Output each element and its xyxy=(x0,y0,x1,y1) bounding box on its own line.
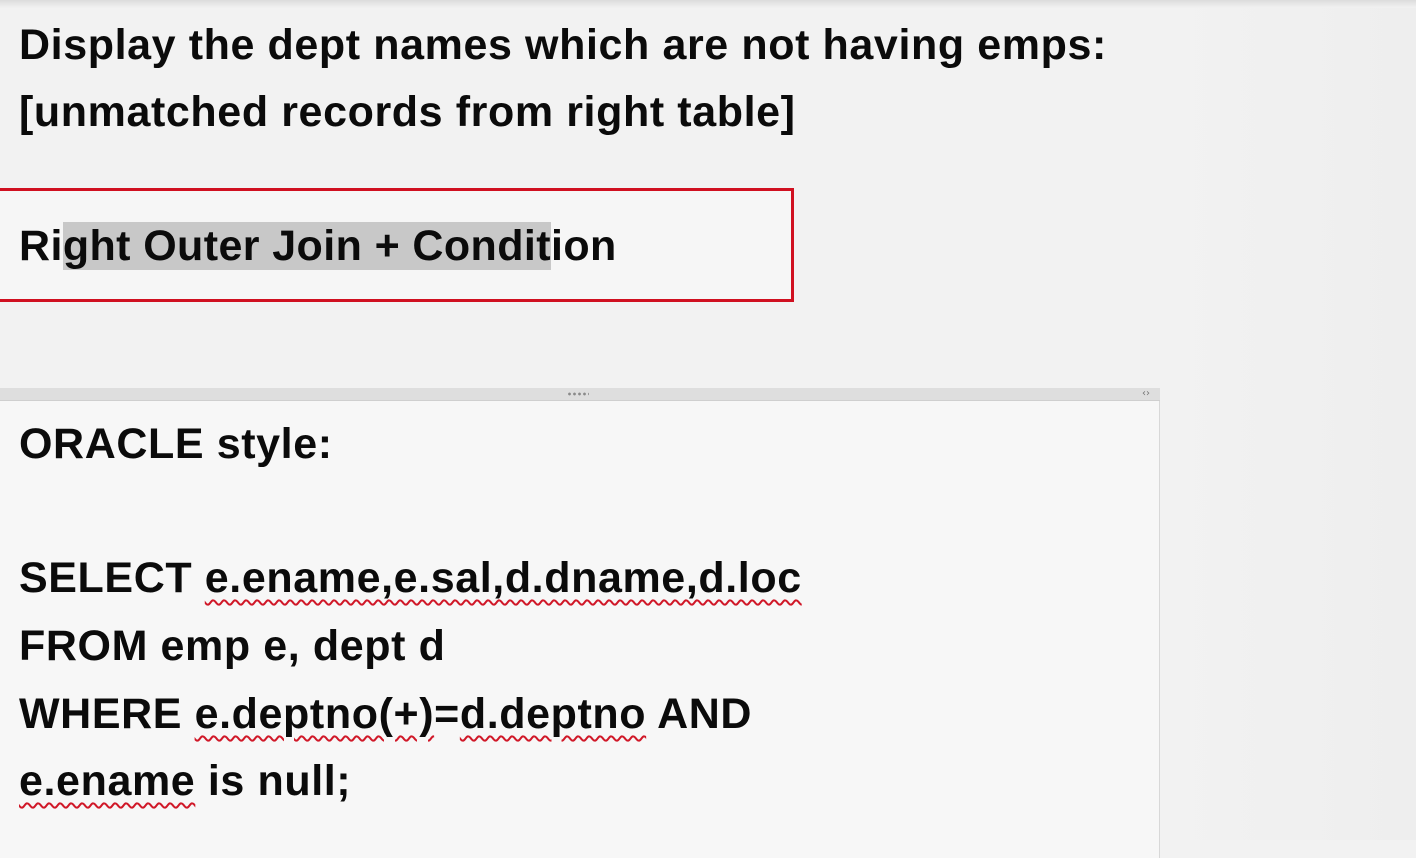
oracle-style-label: ORACLE style: xyxy=(19,420,333,468)
and-keyword: AND xyxy=(657,690,753,738)
callout-text-selection[interactable]: ght Outer Join + Condit xyxy=(62,222,551,270)
heading-line-1: Display the dept names which are not hav… xyxy=(19,21,1107,69)
callout-text[interactable]: Right Outer Join + Condition xyxy=(19,218,617,274)
where-right-operand: d.deptno xyxy=(459,690,647,738)
code-line-where: WHERE e.deptno(+)=d.deptno AND xyxy=(19,688,752,740)
window-top-strip xyxy=(0,0,1416,8)
grip-dots-icon[interactable] xyxy=(567,391,589,397)
null-column: e.ename xyxy=(19,757,196,805)
background-right xyxy=(1160,0,1416,840)
null-condition: is null; xyxy=(207,757,352,805)
select-columns: e.ename,e.sal,d.dname,d.loc xyxy=(204,554,802,602)
code-line-select: SELECT e.ename,e.sal,d.dname,d.loc xyxy=(19,552,802,604)
callout-text-prefix: Ri xyxy=(19,222,63,270)
heading-line-2: [unmatched records from right table] xyxy=(19,88,796,136)
where-left-operand: e.deptno(+) xyxy=(194,690,435,738)
expand-arrows-icon[interactable]: ‹› xyxy=(1142,388,1150,400)
panel-resize-bar[interactable]: ‹› xyxy=(0,388,1160,401)
code-line-null: e.ename is null; xyxy=(19,755,351,807)
callout-text-suffix: ion xyxy=(550,222,617,270)
where-keyword: WHERE xyxy=(19,690,183,738)
where-equals: = xyxy=(434,690,460,738)
code-line-from: FROM emp e, dept d xyxy=(19,622,446,670)
select-keyword: SELECT xyxy=(19,554,193,602)
